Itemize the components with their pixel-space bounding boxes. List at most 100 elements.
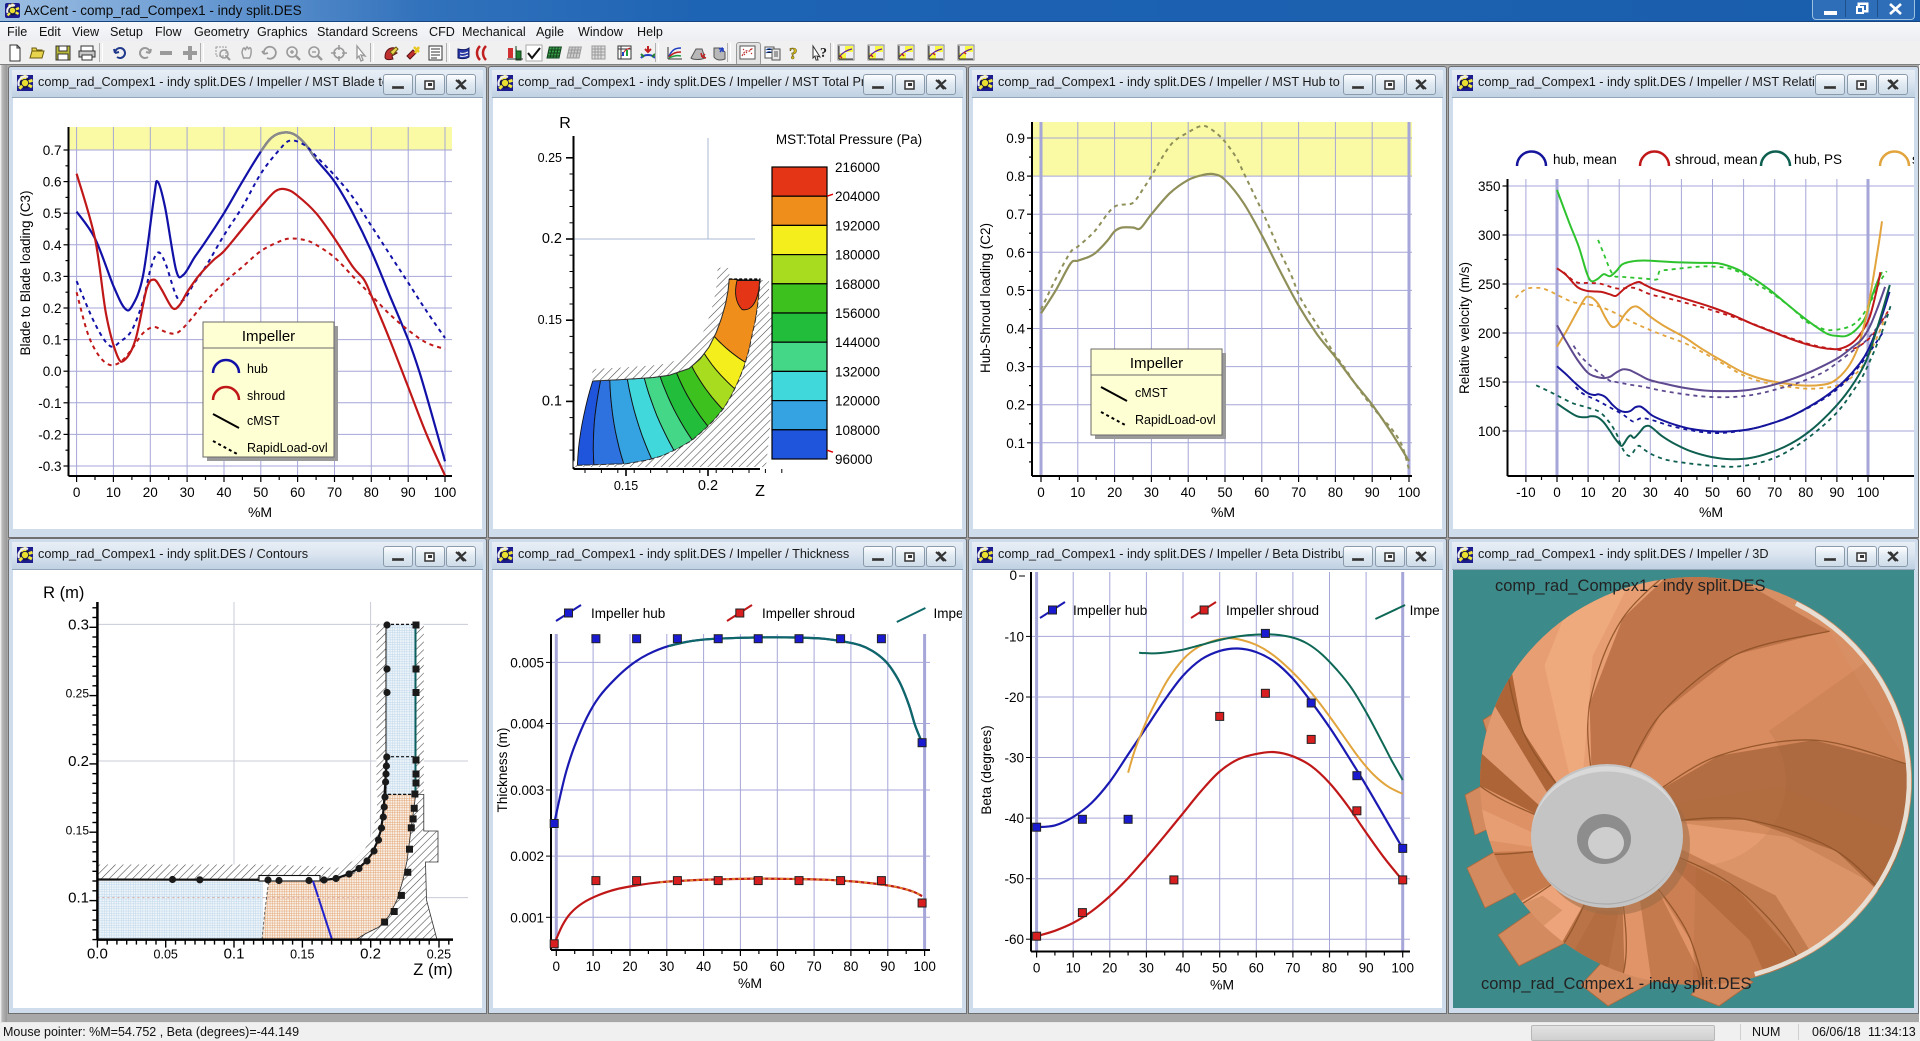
svg-text:0: 0 — [1033, 961, 1041, 976]
svg-text:%M: %M — [1210, 977, 1234, 993]
svg-text:0: 0 — [1553, 485, 1561, 500]
svg-text:0.6: 0.6 — [43, 175, 62, 190]
svg-text:0.002: 0.002 — [510, 849, 544, 864]
svg-text:0.05: 0.05 — [154, 948, 178, 962]
svg-text:hub, mean: hub, mean — [1553, 152, 1617, 167]
svg-text:144000: 144000 — [835, 335, 880, 350]
svg-text:70: 70 — [1767, 485, 1782, 500]
svg-text:50: 50 — [253, 485, 268, 500]
svg-text:0: 0 — [1037, 485, 1045, 500]
svg-text:-30: -30 — [1004, 751, 1024, 766]
svg-text:0.4: 0.4 — [43, 238, 62, 253]
svg-text:168000: 168000 — [835, 277, 880, 292]
svg-text:hub, PS: hub, PS — [1794, 152, 1842, 167]
svg-text:0.15: 0.15 — [66, 823, 90, 837]
svg-text:0.1: 0.1 — [1006, 436, 1025, 451]
svg-text:0.004: 0.004 — [510, 717, 544, 732]
svg-text:132000: 132000 — [835, 364, 880, 379]
svg-text:0.5: 0.5 — [43, 206, 62, 221]
svg-text:Relative velocity (m/s): Relative velocity (m/s) — [1457, 262, 1472, 394]
svg-text:90: 90 — [1365, 485, 1380, 500]
svg-text:100: 100 — [1857, 485, 1880, 500]
svg-text:100: 100 — [1478, 424, 1501, 439]
svg-text:Thickness (m): Thickness (m) — [495, 728, 510, 813]
svg-text:-10: -10 — [1516, 485, 1536, 500]
svg-text:60: 60 — [1249, 961, 1264, 976]
svg-text:20: 20 — [1102, 961, 1117, 976]
svg-text:0.4: 0.4 — [1006, 322, 1025, 337]
svg-text:0.5: 0.5 — [1006, 283, 1025, 298]
svg-text:Impeller hub: Impeller hub — [1073, 603, 1147, 618]
svg-text:20: 20 — [1107, 485, 1122, 500]
svg-text:%M: %M — [1211, 504, 1235, 520]
svg-text:0.005: 0.005 — [510, 655, 544, 670]
svg-text:100: 100 — [1391, 961, 1414, 976]
svg-text:-0.2: -0.2 — [38, 427, 61, 442]
svg-text:0.25: 0.25 — [427, 948, 451, 962]
svg-text:shroud, mean: shroud, mean — [1675, 152, 1758, 167]
svg-text:50: 50 — [1212, 961, 1227, 976]
svg-text:20: 20 — [1612, 485, 1627, 500]
svg-text:80: 80 — [364, 485, 379, 500]
svg-text:Impeller shroud: Impeller shroud — [1226, 603, 1319, 618]
svg-text:R (m): R (m) — [43, 584, 84, 602]
svg-text:156000: 156000 — [835, 306, 880, 321]
svg-text:0.9: 0.9 — [1006, 131, 1025, 146]
svg-text:80: 80 — [1322, 961, 1337, 976]
svg-text:cMST: cMST — [247, 414, 280, 428]
svg-text:60: 60 — [1736, 485, 1751, 500]
svg-text:70: 70 — [327, 485, 342, 500]
svg-text:hub: hub — [247, 362, 268, 376]
svg-text:0: 0 — [73, 485, 81, 500]
svg-text:10: 10 — [1070, 485, 1085, 500]
svg-text:0.0: 0.0 — [43, 364, 62, 379]
svg-text:Impeller: Impeller — [1130, 355, 1183, 372]
svg-text:100: 100 — [1398, 485, 1421, 500]
svg-text:30: 30 — [1144, 485, 1159, 500]
svg-text:40: 40 — [1181, 485, 1196, 500]
svg-text:-40: -40 — [1004, 811, 1024, 826]
svg-text:108000: 108000 — [835, 423, 880, 438]
svg-text:90: 90 — [401, 485, 416, 500]
svg-text:R: R — [559, 115, 571, 132]
svg-text:Impeller hub: Impeller hub — [591, 606, 665, 621]
svg-text:cMST: cMST — [1135, 386, 1168, 400]
svg-text:0.6: 0.6 — [1006, 245, 1025, 260]
svg-text:0.2: 0.2 — [360, 946, 381, 963]
svg-text:70: 70 — [1291, 485, 1306, 500]
svg-text:120000: 120000 — [835, 394, 880, 409]
svg-text:Impeller shroud: Impeller shroud — [762, 606, 855, 621]
svg-text:-60: -60 — [1004, 932, 1024, 947]
svg-text:0.3: 0.3 — [68, 616, 89, 633]
svg-text:30: 30 — [180, 485, 195, 500]
svg-text:0.1: 0.1 — [68, 890, 89, 907]
svg-text:Impeller: Impeller — [242, 328, 295, 345]
svg-text:30: 30 — [659, 959, 674, 974]
svg-text:0.2: 0.2 — [698, 478, 718, 494]
svg-text:10: 10 — [1066, 961, 1081, 976]
svg-text:0.1: 0.1 — [224, 946, 245, 963]
svg-text:Beta (degrees): Beta (degrees) — [979, 725, 994, 814]
svg-text:96000: 96000 — [835, 452, 873, 467]
svg-text:Z (m): Z (m) — [413, 961, 452, 979]
svg-text:40: 40 — [1175, 961, 1190, 976]
svg-text:80: 80 — [1798, 485, 1813, 500]
svg-text:200: 200 — [1478, 326, 1501, 341]
svg-text:0.2: 0.2 — [1006, 398, 1025, 413]
svg-text:180000: 180000 — [835, 248, 880, 263]
svg-text:300: 300 — [1478, 228, 1501, 243]
svg-text:40: 40 — [1674, 485, 1689, 500]
svg-text:%M: %M — [1699, 504, 1723, 520]
svg-text:150: 150 — [1478, 375, 1501, 390]
svg-text:0.2: 0.2 — [43, 301, 62, 316]
svg-text:192000: 192000 — [835, 218, 880, 233]
svg-text:60: 60 — [290, 485, 305, 500]
svg-text:250: 250 — [1478, 277, 1501, 292]
svg-text:0.0: 0.0 — [87, 946, 108, 963]
svg-text:60: 60 — [1254, 485, 1269, 500]
svg-text:350: 350 — [1478, 179, 1501, 194]
svg-text:80: 80 — [843, 959, 858, 974]
svg-text:?: ? — [789, 44, 798, 62]
svg-text:Impe: Impe — [934, 606, 963, 621]
svg-text:10: 10 — [586, 959, 601, 974]
